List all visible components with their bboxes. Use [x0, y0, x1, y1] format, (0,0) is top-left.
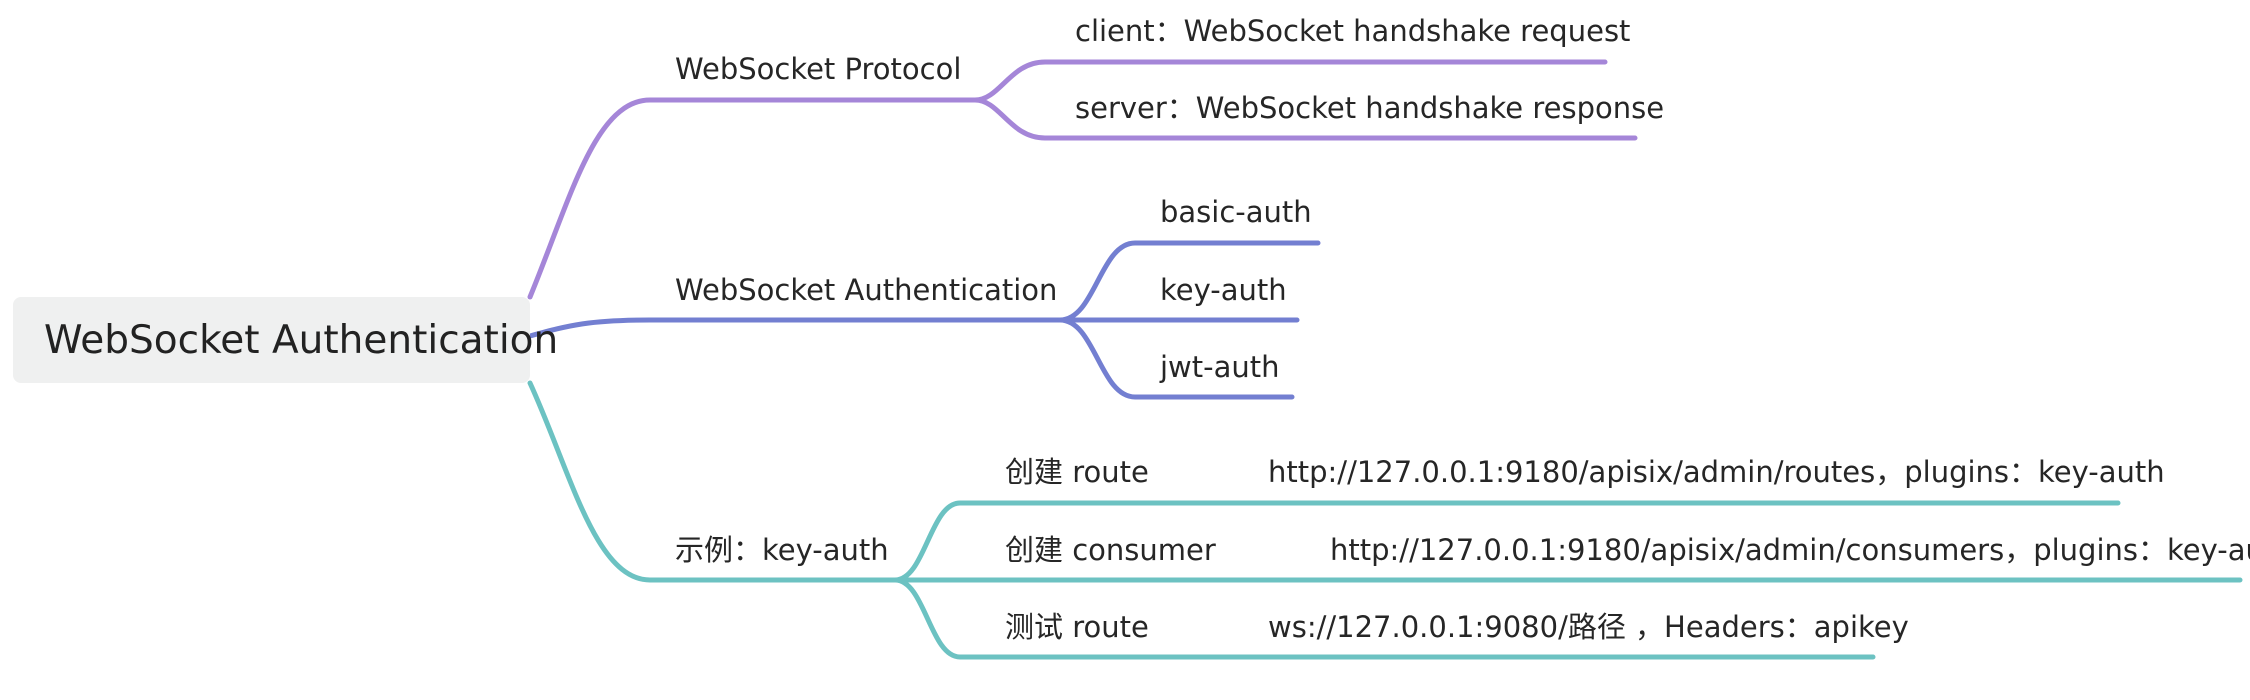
- example-create-consumer-detail[interactable]: http://127.0.0.1:9180/apisix/admin/consu…: [1330, 532, 2250, 568]
- example-test-route-label[interactable]: 测试 route: [1005, 609, 1149, 645]
- connector-root-to-protocol: [527, 97, 983, 300]
- auth-key-label[interactable]: key-auth: [1160, 272, 1287, 308]
- branch-auth-label[interactable]: WebSocket Authentication: [675, 272, 1057, 308]
- auth-basic-label[interactable]: basic-auth: [1160, 194, 1312, 230]
- root-label: WebSocket Authentication: [44, 317, 559, 363]
- protocol-client-label[interactable]: client：WebSocket handshake request: [1075, 13, 1630, 49]
- auth-jwt-label[interactable]: jwt-auth: [1160, 349, 1280, 385]
- example-create-route-label[interactable]: 创建 route: [1005, 454, 1149, 490]
- branch-example-label[interactable]: 示例：key-auth: [675, 532, 889, 568]
- example-create-consumer-label[interactable]: 创建 consumer: [1005, 532, 1216, 568]
- root-node[interactable]: WebSocket Authentication: [13, 297, 558, 383]
- branch-protocol-label[interactable]: WebSocket Protocol: [675, 51, 961, 87]
- connector-root-to-auth: [527, 317, 1068, 339]
- protocol-server-label[interactable]: server：WebSocket handshake response: [1075, 90, 1664, 126]
- example-test-route-detail[interactable]: ws://127.0.0.1:9080/路径 ，Headers：apikey: [1268, 609, 1909, 645]
- example-create-route-detail[interactable]: http://127.0.0.1:9180/apisix/admin/route…: [1268, 454, 2165, 490]
